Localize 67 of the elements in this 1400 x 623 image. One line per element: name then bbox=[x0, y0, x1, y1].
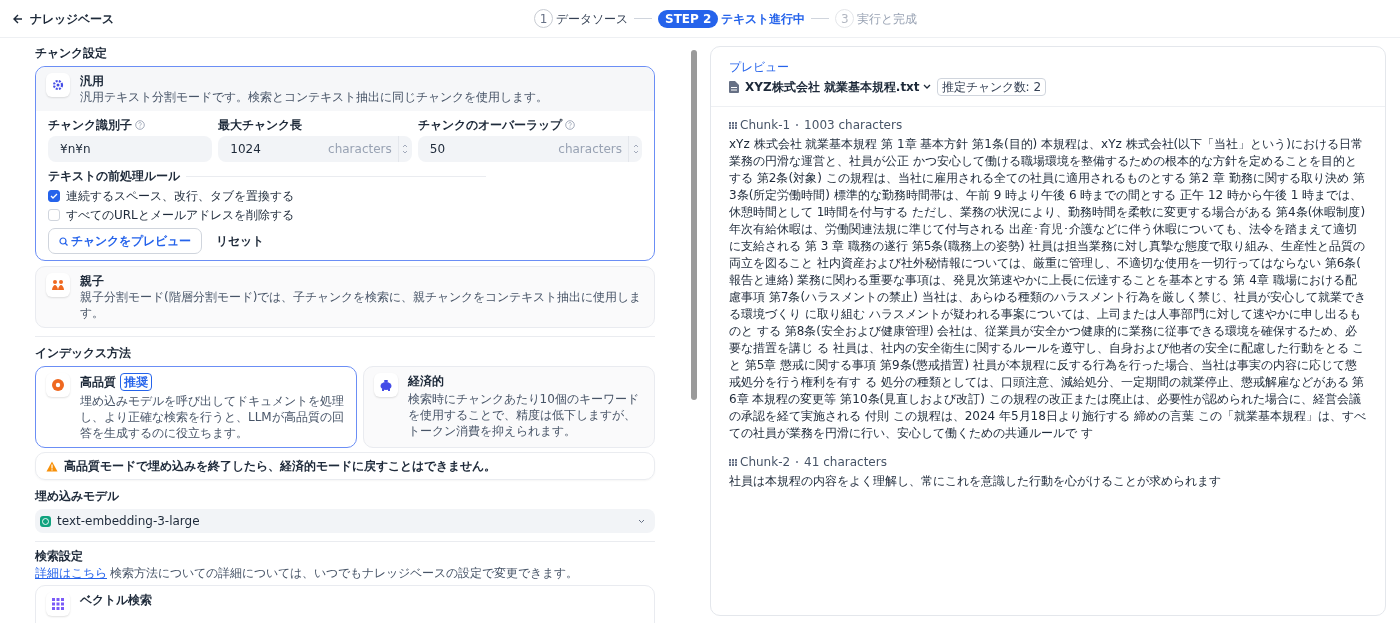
chunk-text: xYz 株式会社 就業基本規程 第 1章 基本方針 第1条(目的) 本規程は、xYz 株式会社(以下「当社」という)における日常業務の円滑な運営と、社員が公正 かつ安心して働ける職場環境を整備するための根本的な方針を定めることを目的とする 第2条(対象) この規程は、当社に雇用される全ての社員に適用されるものとする 第2 章 勤務に関する取り決め 第3条(所定労働時間) 標準的な勤務時間帯は、午前 9 時より午後 6 時までの間とする 正午 12 時から午後 1 時までは、休憩時間として 1時間を付与する ただし、業務の状況により、勤務時間を柔軟に変更する場合がある 第4条(休暇制度) 年次有給休暇は、労働関連法規に準じて付与される 出産･育児･介護などに伴う休暇についても、法令を踏まえて適切に支給される 第 3 章 職務の遂行 第5条(職務上の姿勢) 社員は担当業務に対し真摯な態度で取り組み、生産性と品質の両立を図ること 社内資産および社外秘情報については、厳重に管理し、不適切な使用を一切行ってはならない 第6条(報告と連絡) 業務に関わる重要な事項は、発見次第速やかに上長に伝達することを基本とする 第 4章 職場における配慮事項 第7条(ハラスメントの禁止) 当社は、あらゆる種類のハラスメント行為を厳しく禁じ、社員が安心して就業できる環境づくり に取り組む ハラスメントが疑われる事案については、上司または人事部門に対して速やかに申し出るものと する 第8条(安全および健康管理) 会社は、従業員が安全かつ健康的に業務に従事できる環境を確保するため、必要な措置を講じ る 社員は、社内の安全衛生に関するルールを遵守し、自身および他者の安全に配慮した行動をとる こと 第5章 懲戒に関する事項 第9条(懲戒措置) 社員が本規程に反する行為を行った場合、当社は事実の内容に応じて懲戒処分を行う権利を有す る 処分の種類としては、口頭注意、減給処分、一定期間の就業停止、懲戒解雇などがある 第 6章 本規程の変更等 第10条(見直しおよび改訂) この規程の改正または廃止は、必要性が認められた場合に、経営会議の承認を経て実施される 付則 この規程は、2024 年5月18日より施行する 締めの言葉 この「就業基本規程」は、すべての社員が業務を円滑に行い、安心して働くための共通ルールで す bbox=[729, 136, 1367, 442]
rules-title: テキストの前処理ルール bbox=[48, 168, 180, 184]
page-title: ナレッジベース bbox=[30, 10, 114, 27]
unit-label: characters bbox=[328, 141, 392, 157]
field-label: 最大チャンク長 bbox=[218, 117, 303, 133]
step-label: データソース bbox=[556, 10, 628, 27]
mode-title: 汎用 bbox=[80, 73, 105, 89]
section-title: 検索設定 bbox=[35, 548, 84, 564]
input-field[interactable]: 50 characters bbox=[417, 136, 642, 162]
chunk-title: Chunk-2 bbox=[740, 454, 791, 470]
reset-button[interactable]: リセット bbox=[208, 229, 272, 253]
unit-label: characters bbox=[558, 141, 622, 157]
chunk-character-count: 1003 characters bbox=[804, 117, 903, 133]
ring-icon bbox=[51, 378, 65, 392]
warning-text: 高品質モードで埋め込みを終了したら、経済的モードに戻すことはできません。 bbox=[64, 458, 496, 474]
field-label: チャンクのオーバーラップ bbox=[417, 117, 562, 133]
checkbox-label: 連続するスペース、改行、タブを置換する bbox=[66, 188, 294, 204]
option-title: 経済的 bbox=[407, 373, 444, 389]
grid-icon bbox=[52, 598, 64, 610]
field-label: チャンク識別子 bbox=[48, 117, 132, 133]
document-icon bbox=[729, 81, 739, 93]
preview-label: プレビュー bbox=[729, 59, 790, 75]
mode-description: 親子分割モード(階層分割モード)では、子チャンクを検索に、親チャンクをコンテキスト抽出に使用します。 bbox=[80, 289, 643, 321]
step-number: STEP 2 bbox=[658, 9, 719, 28]
option-description: 検索時にチャンクあたり10個のキーワードを使用することで、精度は低下しますが、トークン消費を抑えられます。 bbox=[407, 391, 640, 439]
option-title: 高品質 bbox=[80, 374, 116, 390]
stepper-icon bbox=[632, 143, 639, 155]
back-arrow-icon bbox=[12, 12, 24, 25]
input-field[interactable]: ¥n¥n bbox=[48, 136, 213, 162]
gear-icon bbox=[51, 78, 65, 92]
search-icon bbox=[59, 236, 68, 246]
stepper-icon bbox=[402, 143, 409, 155]
section-title: チャンク設定 bbox=[35, 45, 108, 61]
option-title: ベクトル検索 bbox=[80, 592, 152, 609]
step-label: 実行と完成 bbox=[857, 10, 918, 27]
recommended-badge: 推奨 bbox=[120, 373, 152, 391]
index-option-card[interactable]: 経済的 検索時にチャンクあたり10個のキーワードを使用することで、精度は低下しますが、トークン消費を抑えられます。 bbox=[362, 366, 655, 448]
warning-icon bbox=[46, 460, 58, 472]
grid-icon bbox=[729, 458, 737, 466]
step-label: テキスト進行中 bbox=[721, 10, 806, 27]
piggy-bank-icon bbox=[378, 378, 393, 392]
checkbox-label: すべてのURLとメールアドレスを削除する bbox=[66, 207, 294, 223]
chunk-estimate-badge: 推定チャンク数: 2 bbox=[936, 78, 1047, 96]
mode-card[interactable]: 汎用 汎用テキスト分割モードです。検索とコンテキスト抽出に同じチャンクを使用します。 チャンク識別子 ¥n¥n 最大チャンク長 1024 characters チャンクのオーバーラップ 50 characters テキストの前処理ルール 連続するスペース、改行、タブを置換する すべてのURLとメールアドレスを削除する チャンクをプレビュー リセット bbox=[35, 66, 655, 261]
learn-more-link[interactable]: 詳細はこちら bbox=[35, 565, 107, 581]
people-icon bbox=[51, 278, 65, 292]
model-icon bbox=[40, 515, 51, 527]
model-select[interactable]: text-embedding-3-large bbox=[35, 509, 655, 533]
option-description: 埋め込みモデルを呼び出してドキュメントを処理し、より正確な検索を行うと、LLMが高品質の回答を生成するのに役立ちます。 bbox=[80, 393, 345, 441]
section-title: 埋め込みモデル bbox=[35, 488, 120, 504]
chunk-title: Chunk-1 bbox=[740, 117, 791, 133]
chunk-character-count: 41 characters bbox=[804, 454, 887, 470]
chevron-down-icon bbox=[922, 84, 931, 90]
preview-button[interactable]: チャンクをプレビュー bbox=[48, 228, 202, 254]
mode-card[interactable]: 親子 親子分割モード(階層分割モード)では、子チャンクを検索に、親チャンクをコンテキスト抽出に使用します。 bbox=[35, 266, 655, 328]
index-option-card[interactable]: 高品質 推奨 埋め込みモデルを呼び出してドキュメントを処理し、より正確な検索を行うと、LLMが高品質の回答を生成するのに役立ちます。 bbox=[35, 366, 357, 448]
section-description: 検索方法についての詳細については、いつでもナレッジベースの設定で変更できます。 bbox=[110, 565, 578, 581]
checkbox[interactable] bbox=[48, 190, 60, 202]
mode-title: 親子 bbox=[80, 273, 105, 289]
mode-description: 汎用テキスト分割モードです。検索とコンテキスト抽出に同じチャンクを使用します。 bbox=[80, 89, 548, 105]
retrieval-option-card[interactable]: ベクトル検索 bbox=[35, 585, 655, 623]
file-selector[interactable]: XYZ株式会社 就業基本規程.txt bbox=[745, 79, 931, 95]
chevron-down-icon bbox=[638, 518, 645, 524]
input-field[interactable]: 1024 characters bbox=[218, 136, 412, 162]
grid-icon bbox=[729, 121, 737, 129]
section-title: インデックス方法 bbox=[35, 345, 132, 361]
chunk-text: 社員は本規程の内容をよく理解し、常にこれを意識した行動を心がけることが求められます bbox=[729, 473, 1222, 490]
